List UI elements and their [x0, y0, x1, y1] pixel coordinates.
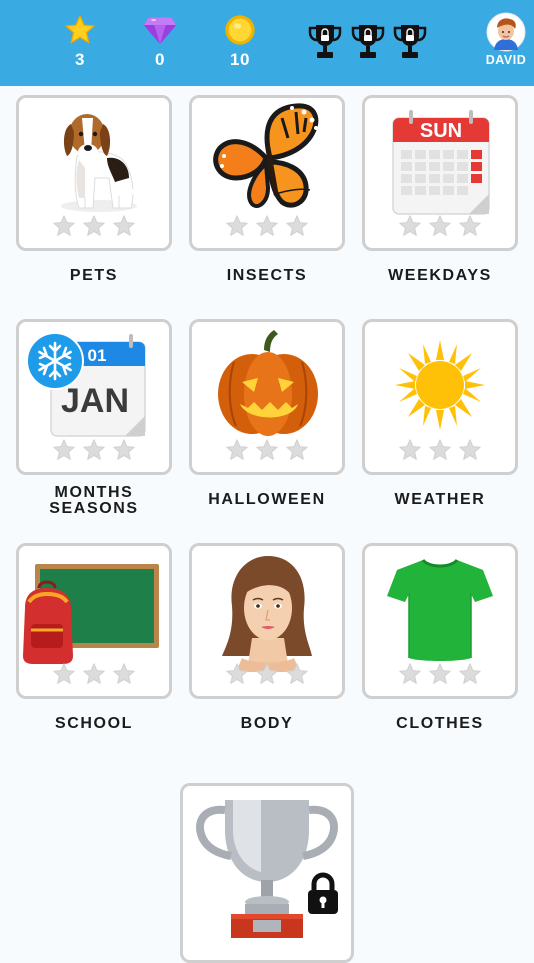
gems-counter: 0	[130, 14, 190, 70]
user-profile[interactable]: DAVID	[482, 12, 530, 67]
star-empty-icon	[82, 438, 106, 462]
star-empty-icon	[52, 214, 76, 238]
category-label: WEATHER	[394, 491, 486, 508]
category-weekdays[interactable]: SUN WEEKDAYS	[362, 95, 518, 285]
snowflake-icon	[26, 332, 84, 390]
category-card[interactable]: SUN	[362, 95, 518, 251]
star-rating	[192, 662, 342, 688]
category-weather[interactable]: WEATHER	[362, 319, 518, 509]
category-label: INSECTS	[226, 267, 308, 284]
star-rating	[365, 662, 515, 688]
butterfly-image	[213, 103, 319, 208]
star-empty-icon	[428, 214, 452, 238]
category-card[interactable]	[189, 543, 345, 699]
star-empty-icon	[428, 438, 452, 462]
top-bar: 3 0 10 DAVID	[0, 0, 534, 86]
category-body[interactable]: BODY	[189, 543, 345, 733]
user-name: DAVID	[485, 53, 527, 67]
category-card[interactable]	[16, 543, 172, 699]
star-rating	[192, 438, 342, 464]
category-card[interactable]	[189, 319, 345, 475]
category-card[interactable]	[362, 543, 518, 699]
category-insects[interactable]: INSECTS	[189, 95, 345, 285]
star-empty-icon	[82, 662, 106, 686]
avatar[interactable]	[486, 12, 526, 52]
silver-trophy-image	[196, 800, 338, 938]
star-icon	[65, 15, 95, 44]
star-empty-icon	[225, 438, 249, 462]
stars-count: 3	[75, 50, 85, 69]
trophy-locked-icon[interactable]	[392, 22, 428, 62]
locked-reward-card[interactable]	[180, 783, 354, 963]
category-label: BODY	[240, 715, 294, 732]
star-empty-icon	[398, 662, 422, 686]
green-tshirt-image	[387, 558, 493, 661]
star-empty-icon	[112, 214, 136, 238]
star-rating	[192, 214, 342, 240]
category-card[interactable]	[362, 319, 518, 475]
star-empty-icon	[458, 214, 482, 238]
calendar-day-name: SUN	[420, 120, 462, 142]
chalkboard-backpack-image	[23, 564, 159, 664]
category-school[interactable]: SCHOOL	[16, 543, 172, 733]
coins-count: 10	[230, 50, 250, 69]
stars-counter: 3	[50, 14, 110, 70]
category-label: PETS	[69, 267, 119, 284]
star-empty-icon	[255, 214, 279, 238]
star-empty-icon	[52, 438, 76, 462]
category-card[interactable]	[189, 95, 345, 251]
category-card[interactable]: 01 JAN	[16, 319, 172, 475]
star-empty-icon	[255, 662, 279, 686]
category-months-seasons[interactable]: 01 JAN MONTHS SEASONS	[16, 319, 172, 517]
star-rating	[19, 662, 169, 688]
category-label-line-2: SEASONS	[49, 500, 139, 517]
beagle-dog-image	[61, 114, 144, 212]
star-empty-icon	[52, 662, 76, 686]
woman-face-image	[222, 556, 312, 672]
category-label: SCHOOL	[54, 715, 134, 732]
category-clothes[interactable]: CLOTHES	[362, 543, 518, 733]
star-empty-icon	[255, 438, 279, 462]
star-rating	[365, 214, 515, 240]
star-empty-icon	[82, 214, 106, 238]
category-pets[interactable]: PETS	[16, 95, 172, 285]
diamond-icon	[143, 17, 177, 45]
calendar-day-number: 01	[88, 346, 107, 365]
star-empty-icon	[458, 438, 482, 462]
trophy-locked-icon[interactable]	[350, 22, 386, 62]
category-label: CLOTHES	[396, 715, 484, 732]
category-label: MONTHS SEASONS	[16, 485, 172, 517]
category-label: HALLOWEEN	[208, 491, 326, 508]
star-empty-icon	[458, 662, 482, 686]
gems-count: 0	[155, 50, 165, 69]
star-empty-icon	[285, 662, 309, 686]
sun-image	[395, 340, 485, 430]
star-empty-icon	[428, 662, 452, 686]
star-rating	[19, 438, 169, 464]
star-empty-icon	[398, 438, 422, 462]
star-rating	[365, 438, 515, 464]
star-empty-icon	[398, 214, 422, 238]
star-empty-icon	[112, 662, 136, 686]
star-empty-icon	[285, 214, 309, 238]
calendar-sun-image: SUN	[392, 110, 490, 215]
padlock-icon	[308, 872, 338, 914]
category-card[interactable]	[16, 95, 172, 251]
star-rating	[19, 214, 169, 240]
category-label: WEEKDAYS	[388, 267, 492, 284]
coins-counter: 10	[210, 14, 270, 70]
trophy-locked-icon[interactable]	[307, 22, 343, 62]
jack-o-lantern-image	[218, 330, 318, 436]
star-empty-icon	[225, 214, 249, 238]
star-empty-icon	[112, 438, 136, 462]
category-halloween[interactable]: HALLOWEEN	[189, 319, 345, 509]
category-label-line-1: MONTHS	[54, 484, 134, 501]
coin-icon	[225, 15, 255, 45]
star-empty-icon	[285, 438, 309, 462]
star-empty-icon	[225, 662, 249, 686]
